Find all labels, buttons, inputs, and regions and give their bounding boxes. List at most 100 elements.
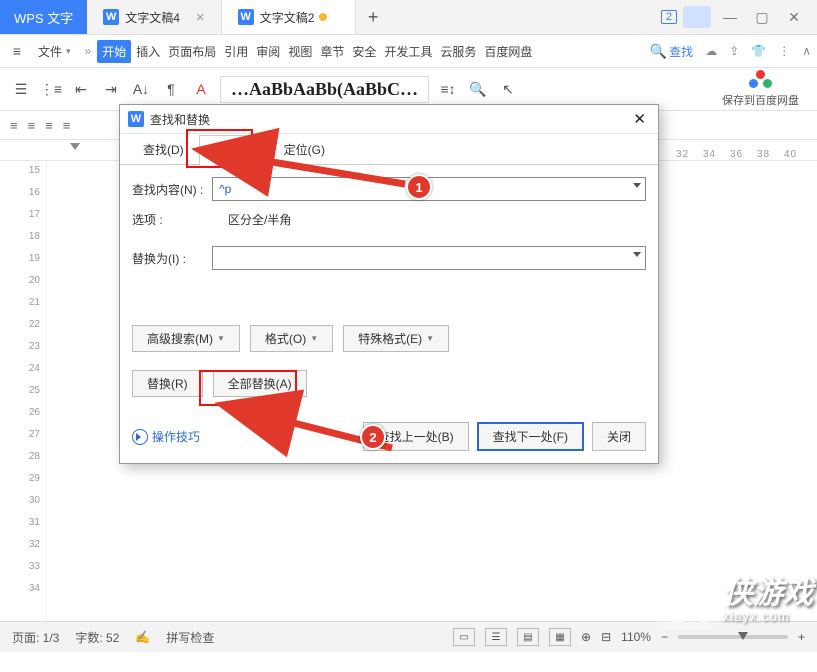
chevron-down-icon: ▼: [426, 334, 434, 343]
ribbon-tab-cloud[interactable]: 云服务: [437, 40, 479, 63]
zoom-slider[interactable]: [678, 635, 788, 639]
select-icon[interactable]: ↖: [497, 78, 519, 100]
fit-width-icon[interactable]: ⊟: [601, 630, 611, 644]
fit-page-icon[interactable]: ⊕: [581, 630, 591, 644]
styles-gallery[interactable]: …AaBbAaBb(AaBbC…: [220, 76, 429, 103]
file-label: 文件: [38, 43, 62, 60]
dialog-title: 查找和替换: [150, 111, 210, 128]
close-icon[interactable]: ×: [196, 9, 205, 26]
ribbon-tab-review[interactable]: 审阅: [253, 40, 283, 63]
btn-label: 特殊格式(E): [358, 330, 422, 347]
chevron-down-icon: ▼: [310, 334, 318, 343]
numbered-list-icon[interactable]: ⋮≡: [40, 78, 62, 100]
view-web-icon[interactable]: ▤: [517, 628, 539, 646]
find-value: ^p: [219, 182, 231, 196]
spellcheck-icon[interactable]: ✍: [135, 630, 150, 644]
view-read-icon[interactable]: ▦: [549, 628, 571, 646]
more-icon[interactable]: ⋮: [778, 44, 790, 58]
replace-input[interactable]: [212, 246, 646, 270]
watermark-cn: 侠游戏: [723, 578, 813, 610]
tips-label: 操作技巧: [152, 428, 200, 445]
align-right-icon[interactable]: ≡: [45, 118, 53, 133]
ribbon-tab-references[interactable]: 引用: [221, 40, 251, 63]
baidu-save-label: 保存到百度网盘: [722, 92, 799, 108]
doc-icon: W: [128, 111, 144, 127]
notification-badge[interactable]: 2: [661, 10, 677, 24]
save-to-baidu-button[interactable]: 保存到百度网盘: [722, 70, 807, 108]
replace-button[interactable]: 替换(R): [132, 370, 203, 397]
search-button[interactable]: 🔍 查找: [650, 43, 693, 60]
minimize-button[interactable]: —: [717, 9, 743, 25]
ribbon-tab-security[interactable]: 安全: [349, 40, 379, 63]
advanced-search-button[interactable]: 高级搜索(M)▼: [132, 325, 240, 352]
new-tab-button[interactable]: +: [356, 0, 390, 34]
collapse-ribbon-icon[interactable]: ∧: [802, 44, 811, 58]
paragraph-mark-icon[interactable]: ¶: [160, 78, 182, 100]
indent-marker-icon[interactable]: [70, 143, 80, 150]
file-menu[interactable]: 文件 ▾: [30, 43, 79, 60]
close-button[interactable]: 关闭: [592, 422, 646, 451]
sort-icon[interactable]: A↓: [130, 78, 152, 100]
share-icon[interactable]: ⇪: [729, 44, 739, 58]
play-icon: [132, 429, 148, 445]
doc-icon: W: [103, 9, 119, 25]
close-button[interactable]: ✕: [781, 9, 807, 26]
window-controls: 2 — ▢ ✕: [661, 0, 817, 34]
ribbon-tab-chapter[interactable]: 章节: [317, 40, 347, 63]
find-icon[interactable]: 🔍: [467, 78, 489, 100]
ribbon-tab-baidupan[interactable]: 百度网盘: [481, 40, 535, 63]
btn-label: 格式(O): [265, 330, 306, 347]
search-icon: 🔍: [650, 43, 667, 60]
zoom-in-icon[interactable]: +: [798, 630, 805, 644]
ribbon-tabs: ≡ 文件 ▾ » 开始 插入 页面布局 引用 审阅 视图 章节 安全 开发工具 …: [0, 35, 817, 68]
skin-icon[interactable]: 👕: [751, 44, 766, 58]
ribbon-tab-view[interactable]: 视图: [285, 40, 315, 63]
replace-label: 替换为(I) :: [132, 250, 208, 267]
align-justify-icon[interactable]: ≡: [63, 118, 71, 133]
indent-decrease-icon[interactable]: ⇤: [70, 78, 92, 100]
search-label-text: 查找: [669, 43, 693, 60]
tab-goto[interactable]: 定位(G): [269, 134, 340, 164]
tips-link[interactable]: 操作技巧: [132, 428, 200, 445]
options-label: 选项 :: [132, 211, 208, 228]
find-label: 查找内容(N) :: [132, 181, 208, 198]
indent-increase-icon[interactable]: ⇥: [100, 78, 122, 100]
find-next-button[interactable]: 查找下一处(F): [477, 422, 584, 451]
baidu-pan-icon: [747, 70, 775, 90]
word-count[interactable]: 字数: 52: [75, 629, 119, 646]
bullet-list-icon[interactable]: ☰: [10, 78, 32, 100]
format-button[interactable]: 格式(O) ▼: [250, 325, 333, 352]
ribbon-tab-insert[interactable]: 插入: [133, 40, 163, 63]
ribbon-tab-home[interactable]: 开始: [97, 40, 131, 63]
page-indicator[interactable]: 页面: 1/3: [12, 629, 59, 646]
tab-label: 文字文稿4: [125, 9, 180, 26]
app-name: WPS 文字: [0, 0, 87, 34]
zoom-thumb-icon[interactable]: [738, 632, 748, 640]
document-tab-active[interactable]: W 文字文稿2 ×: [222, 0, 356, 34]
hamburger-icon[interactable]: ≡: [6, 40, 28, 62]
special-format-button[interactable]: 特殊格式(E) ▼: [343, 325, 449, 352]
font-color-icon[interactable]: A: [190, 78, 212, 100]
statusbar-right: ▭ ☰ ▤ ▦ ⊕ ⊟ 110% − +: [453, 628, 805, 646]
chevron-down-icon[interactable]: [633, 183, 641, 188]
ribbon-tab-pagelayout[interactable]: 页面布局: [165, 40, 219, 63]
align-left-icon[interactable]: ≡: [10, 118, 18, 133]
cloud-icon[interactable]: ☁: [705, 44, 717, 58]
view-outline-icon[interactable]: ☰: [485, 628, 507, 646]
vertical-ruler[interactable]: 1516171819202122232425262728293031323334: [0, 161, 47, 621]
ribbon-tab-devtools[interactable]: 开发工具: [381, 40, 435, 63]
avatar[interactable]: [683, 6, 711, 28]
zoom-out-icon[interactable]: −: [661, 630, 668, 644]
doc-icon: W: [238, 9, 254, 25]
view-print-icon[interactable]: ▭: [453, 628, 475, 646]
line-spacing-icon[interactable]: ≡↕: [437, 78, 459, 100]
btn-label: 高级搜索(M): [147, 330, 213, 347]
dialog-footer: 操作技巧 查找上一处(B) 查找下一处(F) 关闭: [132, 422, 646, 451]
chevron-right-icon: »: [85, 44, 92, 58]
align-center-icon[interactable]: ≡: [28, 118, 36, 133]
document-tab[interactable]: W 文字文稿4 ×: [87, 0, 221, 34]
maximize-button[interactable]: ▢: [749, 9, 775, 26]
chevron-down-icon[interactable]: [633, 252, 641, 257]
close-icon[interactable]: ✕: [629, 110, 650, 128]
zoom-value[interactable]: 110%: [621, 630, 651, 644]
